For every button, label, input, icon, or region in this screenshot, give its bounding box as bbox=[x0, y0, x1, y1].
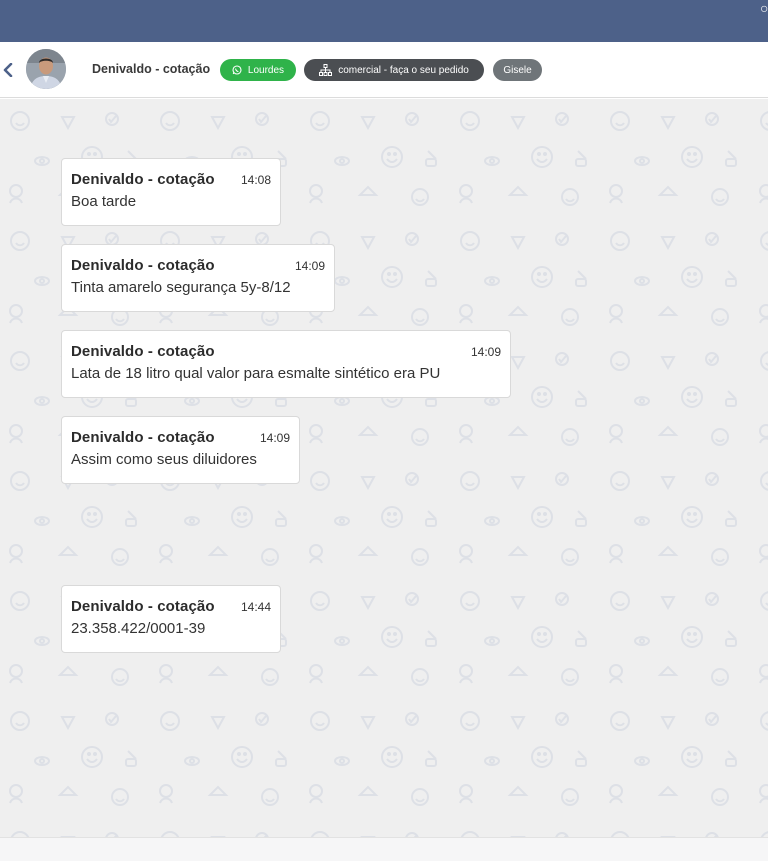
message-bubble-3[interactable]: Denivaldo - cotação 14:09 Lata de 18 lit… bbox=[61, 330, 511, 398]
tag-gisele-label: Gisele bbox=[503, 64, 532, 76]
tag-gisele[interactable]: Gisele bbox=[493, 59, 542, 81]
message-time: 14:09 bbox=[294, 259, 325, 273]
tag-queue-label: comercial - faça o seu pedido bbox=[338, 64, 469, 76]
message-time: 14:08 bbox=[240, 173, 271, 187]
message-author: Denivaldo - cotação bbox=[71, 171, 215, 188]
message-time: 14:09 bbox=[470, 345, 501, 359]
message-time: 14:44 bbox=[240, 600, 271, 614]
tag-queue-comercial[interactable]: comercial - faça o seu pedido bbox=[304, 59, 484, 81]
message-author: Denivaldo - cotação bbox=[71, 343, 215, 360]
avatar[interactable] bbox=[26, 49, 66, 89]
message-bubble-5[interactable]: Denivaldo - cotação 14:44 23.358.422/000… bbox=[61, 585, 281, 653]
tag-lourdes[interactable]: Lourdes bbox=[220, 59, 296, 81]
chat-header: Denivaldo - cotação Lourdes comercial - … bbox=[0, 42, 768, 98]
message-text: Lata de 18 litro qual valor para esmalte… bbox=[71, 365, 441, 382]
tag-lourdes-label: Lourdes bbox=[247, 64, 285, 76]
back-button[interactable] bbox=[0, 59, 16, 81]
message-text: Assim como seus diluidores bbox=[71, 451, 257, 468]
message-input-bar[interactable] bbox=[0, 837, 768, 861]
message-author: Denivaldo - cotação bbox=[71, 429, 215, 446]
message-text: Tinta amarelo segurança 5y-8/12 bbox=[71, 279, 291, 296]
contact-name[interactable]: Denivaldo - cotação bbox=[92, 62, 210, 76]
chevron-left-icon bbox=[3, 63, 13, 77]
app-top-bar: ○ bbox=[0, 0, 768, 42]
chat-bubble-icon[interactable]: ○ bbox=[760, 0, 768, 16]
message-bubble-2[interactable]: Denivaldo - cotação 14:09 Tinta amarelo … bbox=[61, 244, 335, 312]
message-bubble-4[interactable]: Denivaldo - cotação 14:09 Assim como seu… bbox=[61, 416, 300, 484]
message-author: Denivaldo - cotação bbox=[71, 598, 215, 615]
whatsapp-icon bbox=[232, 65, 242, 75]
avatar-photo bbox=[26, 49, 66, 89]
message-text: 23.358.422/0001-39 bbox=[71, 620, 206, 637]
message-time: 14:09 bbox=[259, 431, 290, 445]
message-text: Boa tarde bbox=[71, 193, 137, 210]
sitemap-icon bbox=[319, 64, 333, 76]
message-bubble-1[interactable]: Denivaldo - cotação 14:08 Boa tarde bbox=[61, 158, 281, 226]
message-author: Denivaldo - cotação bbox=[71, 257, 215, 274]
chat-messages-area[interactable]: Denivaldo - cotação 14:08 Boa tarde Deni… bbox=[0, 99, 768, 837]
